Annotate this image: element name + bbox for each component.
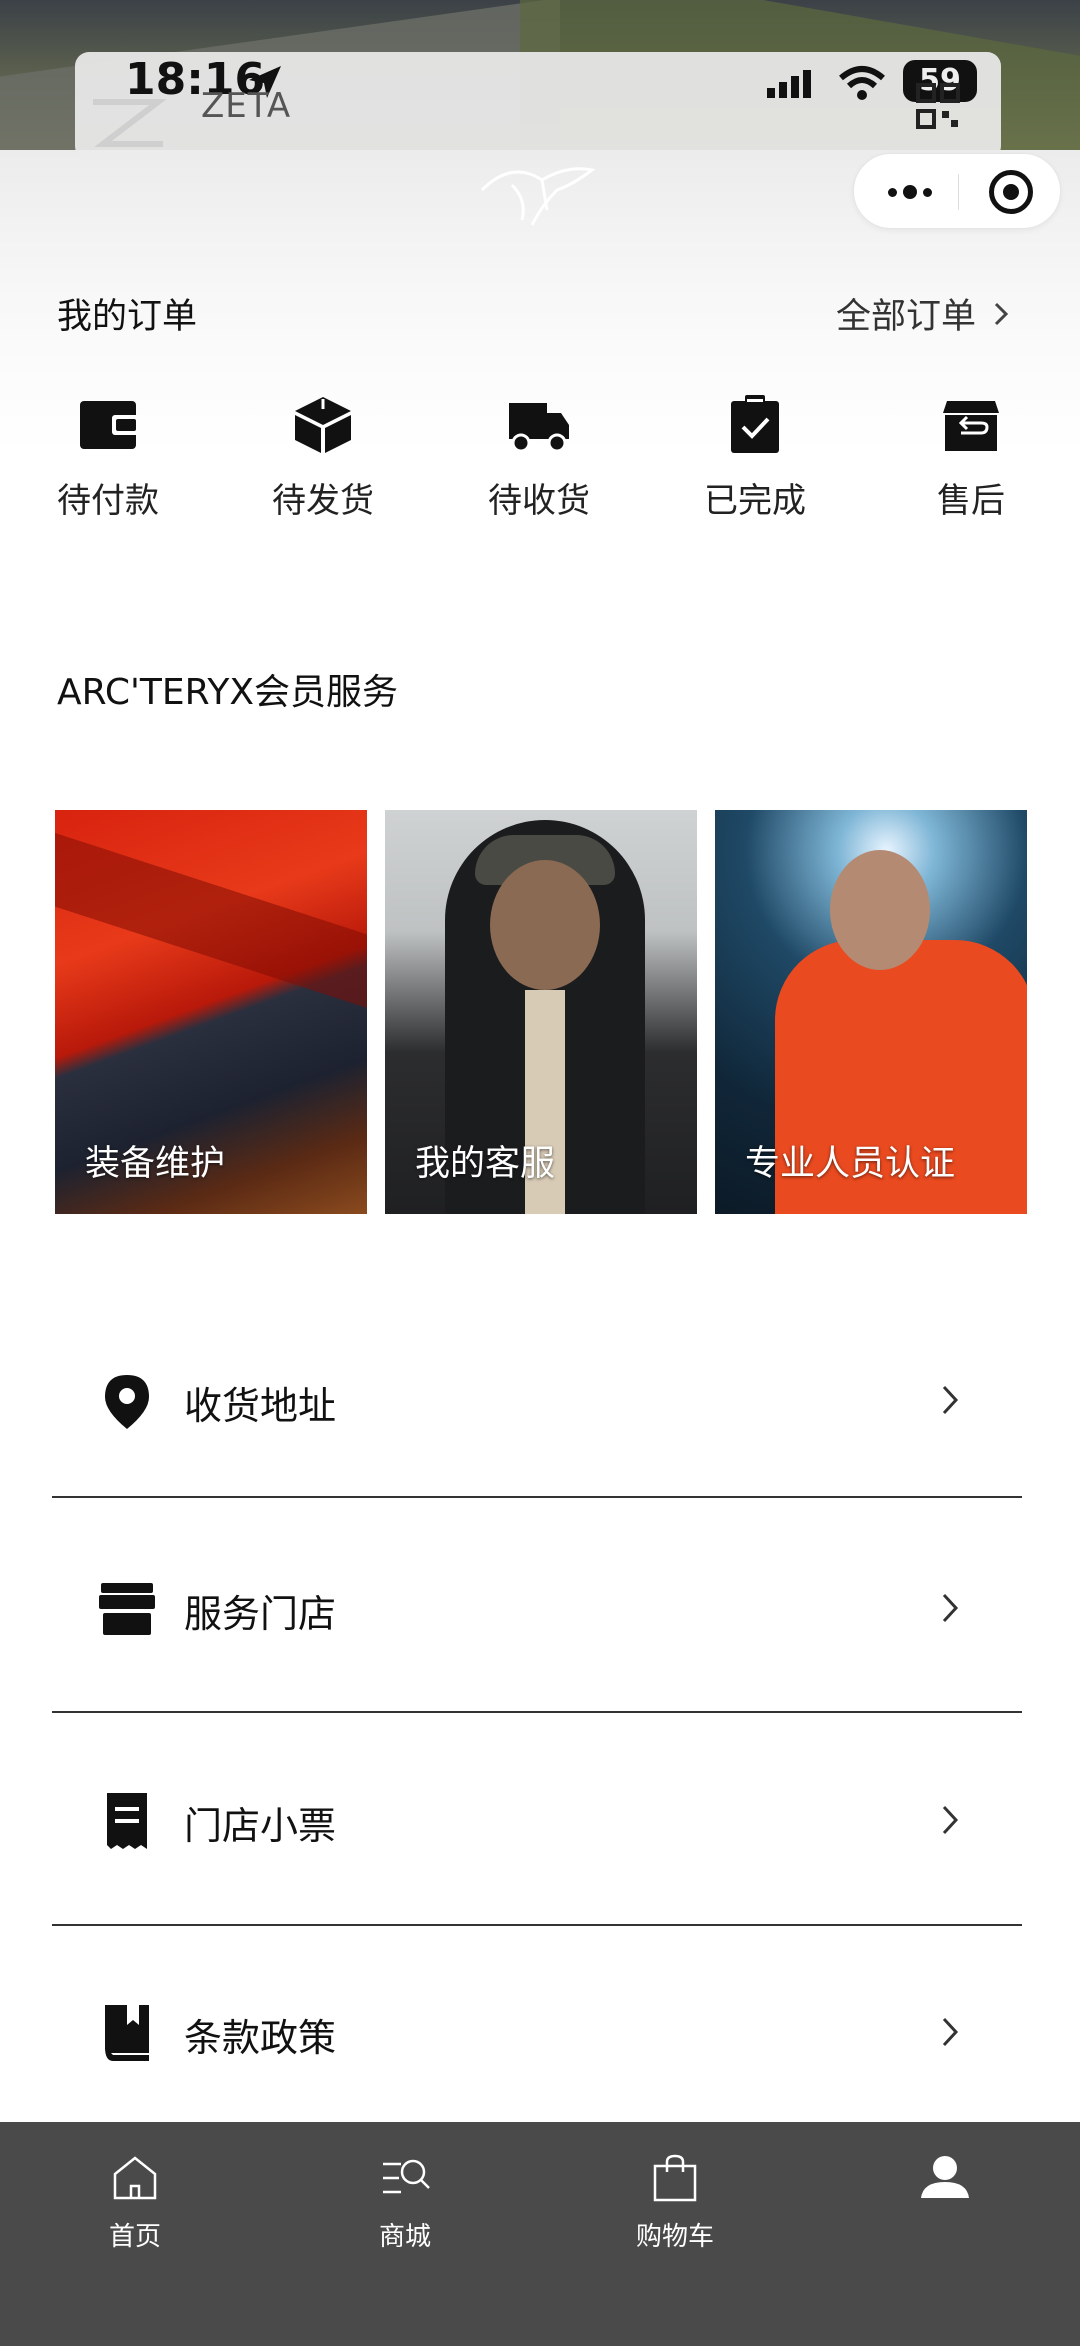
order-label: 售后 (937, 481, 1005, 521)
miniprogram-capsule (853, 153, 1061, 229)
order-label: 已完成 (704, 481, 806, 521)
wifi-icon (839, 66, 885, 100)
menu-item-shipping-address[interactable]: 收货地址 (52, 1295, 1022, 1507)
home-icon (113, 2156, 157, 2200)
order-label: 待发货 (272, 481, 374, 521)
more-dot-icon (903, 185, 917, 199)
chevron-right-icon (942, 2017, 959, 2047)
order-after-sales[interactable]: 售后 (896, 395, 1046, 525)
divider (52, 1496, 1022, 1498)
more-dot-icon (923, 187, 932, 197)
status-bar: 18:16 ZETA 59 (75, 52, 1001, 160)
receipt-icon (107, 1793, 147, 1849)
service-card-label: 我的客服 (415, 1144, 556, 1184)
menu-item-label: 门店小票 (184, 1804, 337, 1848)
store-icon (99, 1583, 155, 1635)
divider (52, 1924, 1022, 1926)
card-image (830, 850, 930, 970)
chevron-right-icon (942, 1805, 959, 1835)
service-card-label: 专业人员认证 (745, 1144, 956, 1184)
tab-label: 商城 (378, 2222, 431, 2252)
more-options-button[interactable] (878, 174, 942, 210)
service-card-gear-care[interactable]: 装备维护 (55, 810, 367, 1214)
order-pending-receipt[interactable]: 待收货 (464, 395, 614, 525)
tab-home[interactable]: 首页 (60, 2152, 210, 2272)
bottom-tab-bar: 首页 商城 购物车 (0, 2122, 1080, 2346)
card-image (55, 832, 367, 1018)
card-image (490, 860, 600, 990)
more-dot-icon (888, 187, 897, 197)
menu-item-label: 条款政策 (184, 2016, 337, 2060)
orders-section-title: 我的订单 (57, 297, 198, 337)
shopping-bag-icon (653, 2154, 697, 2202)
menu-item-store-receipt[interactable]: 门店小票 (52, 1715, 1022, 1927)
tab-cart[interactable]: 购物车 (600, 2152, 750, 2272)
app-name: ZETA (201, 86, 292, 126)
cell-signal-icon (767, 70, 811, 98)
service-card-customer-service[interactable]: 我的客服 (385, 810, 697, 1214)
menu-item-terms-policy[interactable]: 条款政策 (52, 1927, 1022, 2139)
shop-search-icon (383, 2159, 430, 2194)
qr-code-icon[interactable] (915, 82, 961, 132)
book-icon (105, 2005, 149, 2061)
tab-profile[interactable] (870, 2152, 1020, 2272)
chevron-right-icon (942, 1385, 959, 1415)
tab-shop[interactable]: 商城 (330, 2152, 480, 2272)
menu-item-label: 收货地址 (184, 1384, 337, 1428)
member-section-title: ARC'TERYX会员服务 (57, 672, 398, 713)
return-box-icon (943, 401, 999, 451)
location-pin-icon (105, 1375, 149, 1429)
all-orders-link[interactable]: 全部订单 (836, 288, 1010, 339)
tab-label: 购物车 (635, 2222, 714, 2252)
divider (52, 1711, 1022, 1713)
order-pending-payment[interactable]: 待付款 (33, 395, 183, 525)
clipboard-check-icon (731, 395, 779, 453)
all-orders-label: 全部订单 (836, 297, 977, 337)
order-label: 待付款 (57, 481, 159, 521)
chevron-right-icon (942, 1593, 959, 1623)
profile-icon (921, 2156, 969, 2198)
menu-item-label: 服务门店 (184, 1592, 337, 1636)
truck-icon (509, 403, 569, 453)
close-miniprogram-button[interactable] (989, 170, 1033, 214)
chevron-right-icon (994, 302, 1009, 325)
order-pending-shipment[interactable]: 待发货 (248, 395, 398, 525)
order-completed[interactable]: 已完成 (680, 395, 830, 525)
package-icon (295, 397, 351, 453)
arcteryx-logo-icon (480, 167, 596, 226)
service-card-pro-certification[interactable]: 专业人员认证 (715, 810, 1027, 1214)
capsule-divider (958, 174, 959, 210)
wallet-icon (80, 401, 140, 449)
service-card-label: 装备维护 (85, 1144, 226, 1184)
menu-item-service-store[interactable]: 服务门店 (52, 1503, 1022, 1715)
order-label: 待收货 (488, 481, 590, 521)
tab-label: 首页 (108, 2222, 161, 2252)
